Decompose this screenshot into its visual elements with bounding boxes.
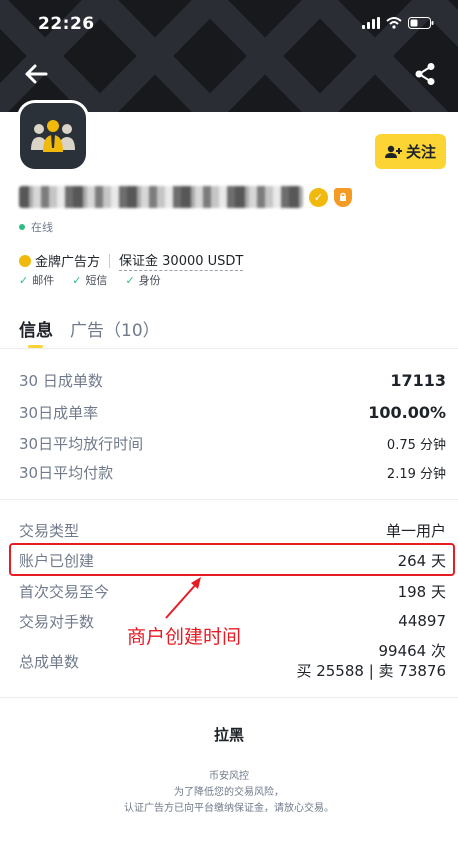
total-orders-value: 99464 次 买 25588 | 卖 73876 — [296, 641, 446, 681]
info-value: 198 天 — [397, 582, 446, 601]
shield-badge-icon[interactable] — [334, 187, 352, 207]
tab-info[interactable]: 信息 — [19, 316, 53, 341]
share-button[interactable] — [414, 62, 436, 86]
stat-value: 2.19 分钟 — [386, 466, 446, 482]
follow-button[interactable]: 关注 — [375, 134, 446, 169]
follow-label: 关注 — [405, 143, 436, 161]
group-avatar-icon — [31, 120, 75, 152]
back-button[interactable] — [22, 60, 50, 88]
battery-icon — [408, 17, 434, 29]
total-orders-breakdown: 买 25588 | 卖 73876 — [296, 662, 446, 680]
info-row-first-trade: 首次交易至今 198 天 — [19, 579, 446, 603]
merchant-nickname: ✓ — [19, 183, 352, 211]
signal-icon — [362, 17, 380, 29]
gold-verified-icon[interactable]: ✓ — [309, 187, 328, 207]
stat-label: 30日成单率 — [19, 403, 99, 422]
check-icon: ✓ — [72, 273, 82, 287]
section-divider — [0, 697, 458, 698]
stat-value: 100.00% — [368, 402, 446, 422]
deposit-amount[interactable]: 保证金 30000 USDT — [119, 250, 244, 271]
info-label: 交易类型 — [19, 521, 80, 540]
annotation-arrow-icon — [165, 577, 201, 619]
footer-title: 币安风控 — [209, 771, 249, 782]
verification-label: 身份 — [138, 274, 161, 287]
verification-sms: ✓ 短信 — [72, 272, 107, 288]
profile-banner: 22:26 — [0, 0, 458, 112]
stat-row-30d-pay-time: 30日平均付款 2.19 分钟 — [19, 460, 446, 484]
stat-label: 30 日成单数 — [19, 371, 103, 390]
tab-divider — [0, 348, 458, 349]
check-icon: ✓ — [19, 273, 29, 287]
highlight-box — [9, 543, 455, 576]
merchant-info-row: 金牌广告方 保证金 30000 USDT — [19, 250, 244, 271]
arrow-left-icon — [25, 64, 48, 84]
stat-value: 17113 — [390, 370, 446, 390]
status-icons — [362, 17, 434, 29]
total-orders-count: 99464 次 — [378, 642, 447, 660]
section-divider — [0, 499, 458, 500]
stat-value: 0.75 分钟 — [386, 437, 446, 453]
status-time: 22:26 — [38, 14, 95, 34]
verification-email: ✓ 邮件 — [19, 272, 54, 288]
verification-list: ✓ 邮件 ✓ 短信 ✓ 身份 — [19, 272, 161, 288]
online-status-label: 在线 — [31, 221, 53, 234]
wifi-icon — [386, 17, 402, 29]
verification-identity: ✓ 身份 — [125, 272, 160, 288]
stat-row-30d-release-time: 30日平均放行时间 0.75 分钟 — [19, 431, 446, 455]
stat-row-30d-orders: 30 日成单数 17113 — [19, 368, 446, 392]
merchant-avatar — [17, 100, 89, 172]
block-button[interactable]: 拉黑 — [0, 724, 458, 745]
stat-label: 30日平均放行时间 — [19, 434, 144, 453]
info-row-trade-type: 交易类型 单一用户 — [19, 518, 446, 542]
footer-line: 为了降低您的交易风险， — [174, 787, 284, 798]
nickname-redacted — [19, 186, 303, 208]
profile-tabs: 信息 广告（10） — [19, 316, 160, 341]
tab-ads[interactable]: 广告（10） — [70, 316, 160, 341]
stat-row-30d-completion: 30日成单率 100.00% — [19, 400, 446, 424]
footer-line: 认证广告方已向平台缴纳保证金，请放心交易。 — [124, 803, 334, 814]
merchant-separator — [109, 253, 111, 268]
info-value: 44897 — [398, 612, 446, 630]
user-plus-icon — [384, 145, 402, 158]
gold-merchant-icon — [19, 254, 31, 267]
share-icon — [415, 63, 435, 85]
stat-label: 30日平均付款 — [19, 463, 114, 482]
merchant-type[interactable]: 金牌广告方 — [35, 251, 100, 270]
info-label: 总成单数 — [19, 652, 80, 671]
verification-label: 短信 — [85, 274, 108, 287]
online-dot-icon — [19, 224, 25, 230]
risk-footer: 币安风控 为了降低您的交易风险， 认证广告方已向平台缴纳保证金，请放心交易。 — [0, 769, 458, 817]
info-label: 交易对手数 — [19, 612, 95, 631]
online-status: 在线 — [19, 219, 53, 235]
check-icon: ✓ — [125, 273, 135, 287]
info-label: 首次交易至今 — [19, 582, 110, 601]
annotation-label: 商户创建时间 — [127, 626, 242, 648]
info-value: 单一用户 — [385, 521, 446, 540]
verification-label: 邮件 — [32, 274, 55, 287]
